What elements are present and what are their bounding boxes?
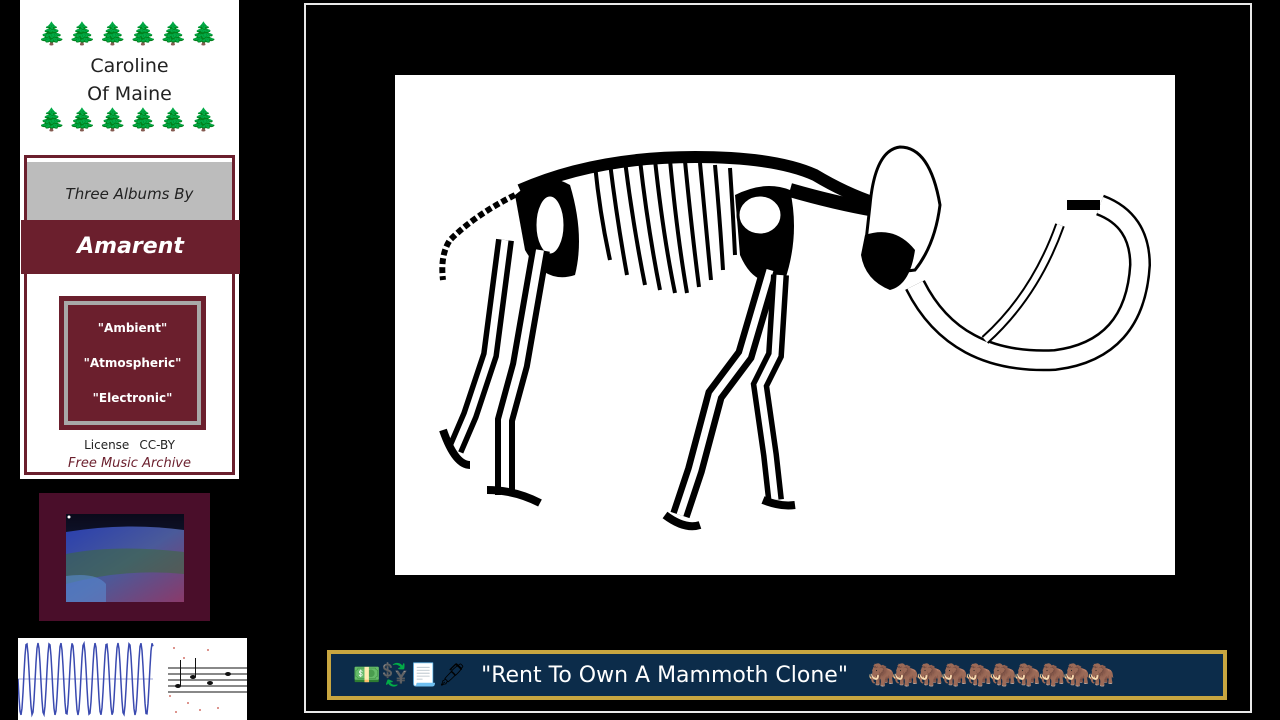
brand-card: 🌲🌲🌲🌲🌲🌲 Caroline Of Maine 🌲🌲🌲🌲🌲🌲 Three Al… <box>20 0 240 479</box>
albums-heading: Three Albums By <box>27 162 232 220</box>
artist-name: Amarent <box>21 220 240 274</box>
album-panel: Three Albums By Amarent "Ambient" "Atmos… <box>21 155 240 475</box>
genre-box: "Ambient" "Atmospheric" "Electronic" <box>59 296 206 430</box>
brand-name: Caroline Of Maine <box>20 52 239 108</box>
waveform-graphic <box>18 640 247 718</box>
source-link[interactable]: Free Music Archive <box>27 456 232 471</box>
license-label: License <box>84 438 130 452</box>
album-thumbnail-frame <box>39 493 210 621</box>
mammoth-icons: 🦣🦣🦣🦣🦣🦣🦣🦣🦣🦣 <box>867 662 1115 688</box>
waveform-strip <box>18 638 247 720</box>
genre-item-atmospheric: "Atmospheric" <box>83 355 182 370</box>
brand-name-line2: Of Maine <box>87 83 172 105</box>
genre-item-ambient: "Ambient" <box>97 321 168 336</box>
track-title: "Rent To Own A Mammoth Clone" <box>481 662 848 688</box>
album-thumbnail-image <box>66 514 184 602</box>
license-value: CC-BY <box>139 438 175 452</box>
mammoth-skeleton-illustration <box>395 75 1175 575</box>
genre-item-electronic: "Electronic" <box>92 390 173 405</box>
license-line: License CC-BY <box>27 438 232 452</box>
brand-name-line1: Caroline <box>90 55 169 77</box>
main-stage: 💵💱📃🖋 "Rent To Own A Mammoth Clone" 🦣🦣🦣🦣🦣… <box>304 3 1252 713</box>
tree-icons-bottom: 🌲🌲🌲🌲🌲🌲 <box>38 108 221 133</box>
money-exchange-scroll-pen-icons: 💵💱📃🖋 <box>353 662 468 688</box>
mammoth-skeleton-drawing <box>439 145 1152 531</box>
now-playing-caption-bar: 💵💱📃🖋 "Rent To Own A Mammoth Clone" 🦣🦣🦣🦣🦣… <box>327 650 1227 700</box>
tree-icons-top: 🌲🌲🌲🌲🌲🌲 <box>38 22 221 47</box>
genre-list: "Ambient" "Atmospheric" "Electronic" <box>64 301 201 425</box>
